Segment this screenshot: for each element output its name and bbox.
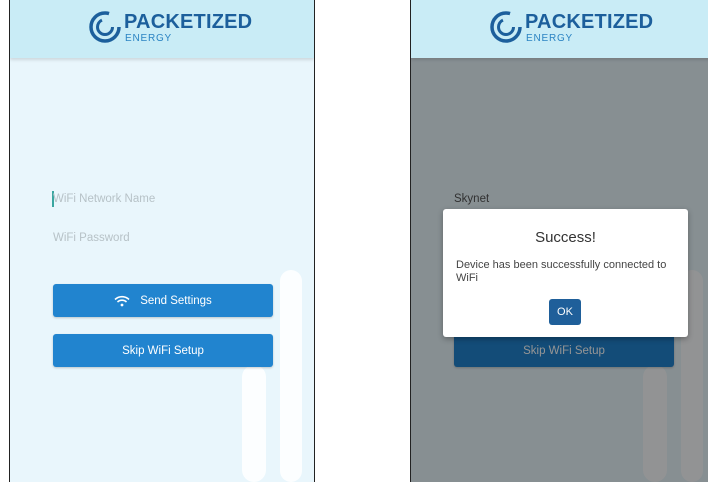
success-dialog: Success! Device has been successfully co… [443, 209, 688, 337]
brand-subtitle: ENERGY [526, 33, 574, 44]
app-header: PACKETIZED ENERGY [411, 0, 708, 58]
brand-name: PACKETIZED [124, 11, 253, 33]
send-settings-button[interactable]: Send Settings [53, 284, 273, 317]
send-settings-label: Send Settings [140, 294, 212, 307]
brand-logo: PACKETIZED ENERGY [489, 8, 653, 48]
brand-name: PACKETIZED [525, 11, 654, 33]
wifi-network-name-input[interactable]: WiFi Network Name [53, 193, 155, 205]
dialog-message: Device has been successfully connected t… [456, 259, 667, 284]
packetized-logo-icon [89, 11, 121, 43]
wifi-icon [114, 295, 130, 307]
wifi-success-screen: PACKETIZED ENERGY Skynet Skip WiFi Setup… [410, 0, 708, 482]
wifi-setup-screen: PACKETIZED ENERGY WiFi Network Name WiFi… [9, 0, 315, 482]
dialog-title: Success! [535, 229, 596, 246]
brand-subtitle: ENERGY [125, 33, 173, 44]
packetized-logo-icon [490, 11, 522, 43]
app-header: PACKETIZED ENERGY [10, 0, 314, 58]
ok-button[interactable]: OK [549, 299, 581, 325]
brand-logo: PACKETIZED ENERGY [88, 8, 252, 48]
skip-wifi-setup-label: Skip WiFi Setup [122, 344, 204, 357]
skip-wifi-setup-button[interactable]: Skip WiFi Setup [53, 334, 273, 367]
wifi-password-input[interactable]: WiFi Password [53, 232, 130, 244]
